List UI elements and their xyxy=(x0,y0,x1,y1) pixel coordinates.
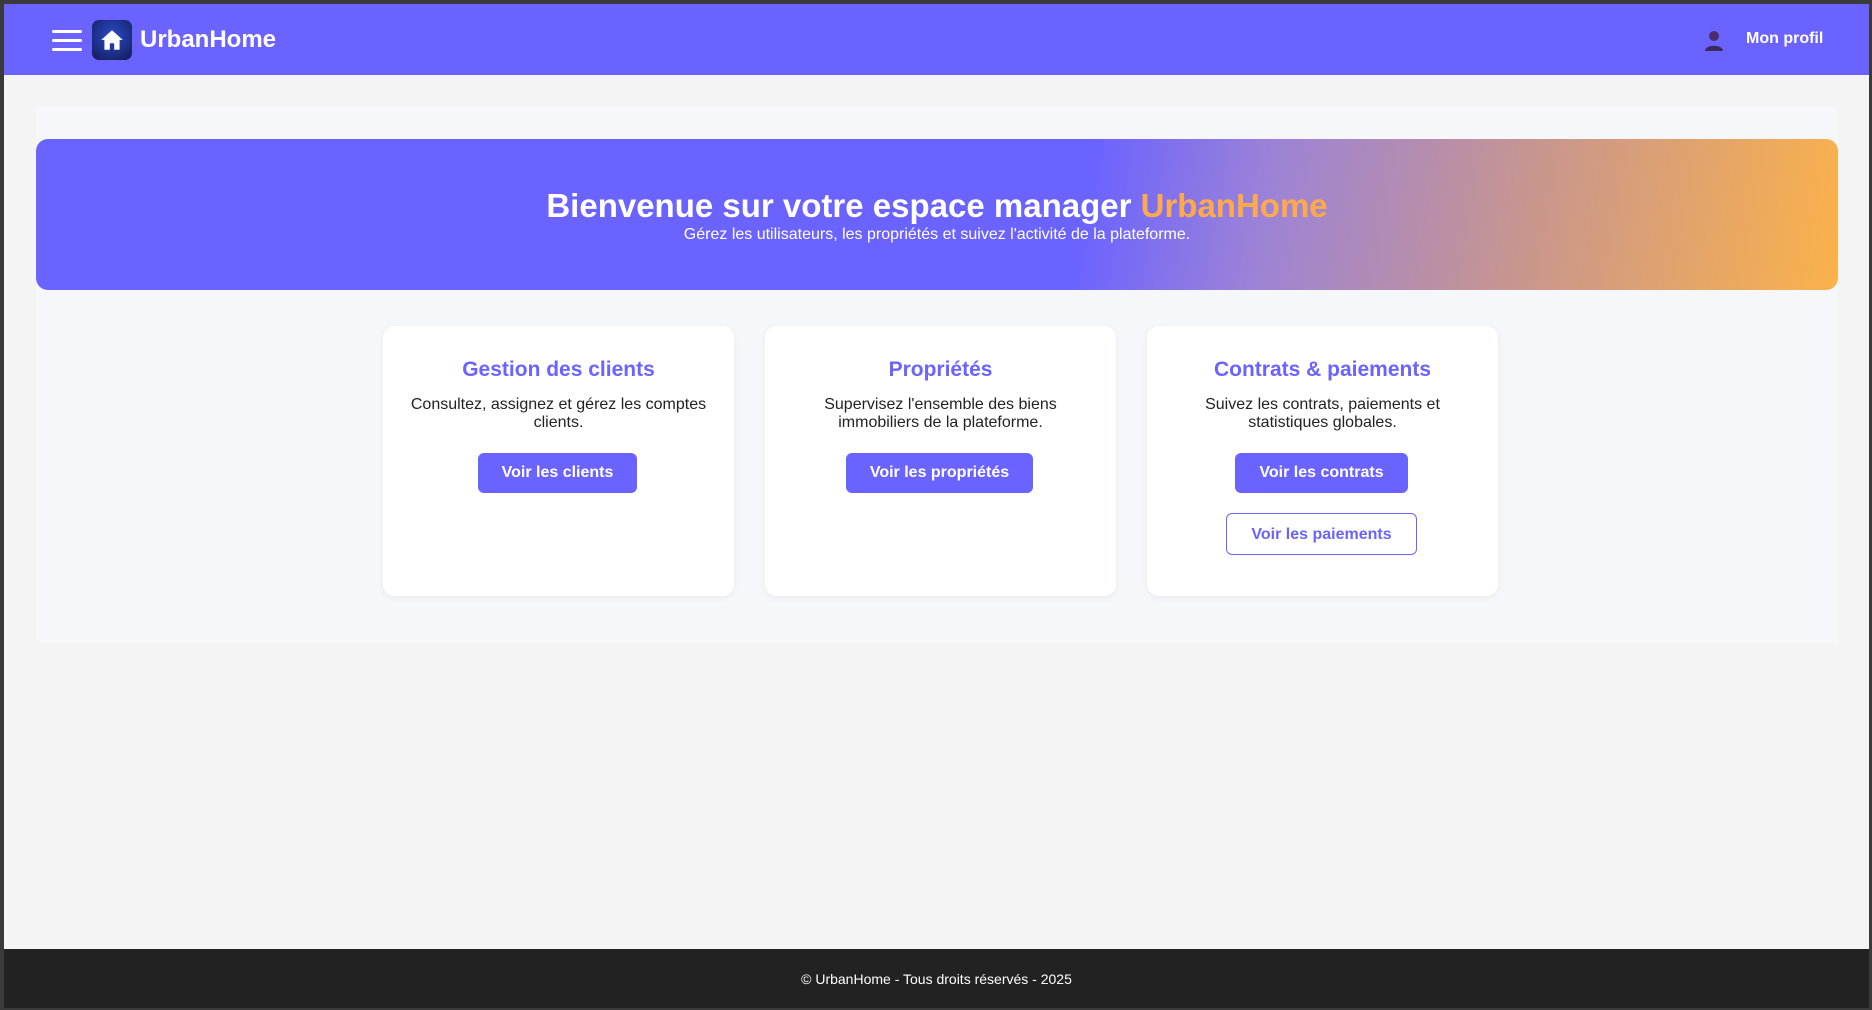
card-clients: Gestion des clients Consultez, assignez … xyxy=(383,326,734,596)
welcome-banner: Bienvenue sur votre espace manager Urban… xyxy=(36,139,1838,290)
card-title: Gestion des clients xyxy=(462,358,655,381)
footer: © UrbanHome - Tous droits réservés - 202… xyxy=(4,949,1869,1008)
brand-name[interactable]: UrbanHome xyxy=(140,26,276,54)
profile-link[interactable]: Mon profil xyxy=(1746,30,1823,48)
view-clients-button[interactable]: Voir les clients xyxy=(478,453,637,493)
menu-icon[interactable] xyxy=(52,30,82,52)
card-title: Contrats & paiements xyxy=(1213,358,1432,381)
view-contracts-button[interactable]: Voir les contrats xyxy=(1235,453,1408,493)
app-window: UrbanHome Mon profil Bienvenue sur votre… xyxy=(4,4,1869,1008)
card-description: Suivez les contrats, paiements et statis… xyxy=(1205,396,1440,431)
top-navbar: UrbanHome Mon profil xyxy=(4,4,1869,75)
welcome-subtitle: Gérez les utilisateurs, les propriétés e… xyxy=(683,226,1191,243)
view-payments-button[interactable]: Voir les paiements xyxy=(1226,513,1417,555)
user-icon[interactable] xyxy=(1702,28,1726,52)
card-contracts-payments: Contrats & paiements Suivez les contrats… xyxy=(1147,326,1498,596)
welcome-title-prefix: Bienvenue sur votre espace manager xyxy=(546,187,1141,224)
welcome-title: Bienvenue sur votre espace manager Urban… xyxy=(36,188,1838,224)
home-icon[interactable] xyxy=(92,20,132,60)
footer-copyright: © UrbanHome - Tous droits réservés - 202… xyxy=(801,970,1072,987)
card-title: Propriétés xyxy=(888,358,993,381)
card-description: Consultez, assignez et gérez les comptes… xyxy=(410,396,707,431)
dashboard-container: Bienvenue sur votre espace manager Urban… xyxy=(36,107,1838,643)
card-properties: Propriétés Supervisez l'ensemble des bie… xyxy=(765,326,1116,596)
card-description: Supervisez l'ensemble des biens immobili… xyxy=(824,396,1057,431)
view-properties-button[interactable]: Voir les propriétés xyxy=(846,453,1033,493)
welcome-title-brand: UrbanHome xyxy=(1140,187,1328,224)
